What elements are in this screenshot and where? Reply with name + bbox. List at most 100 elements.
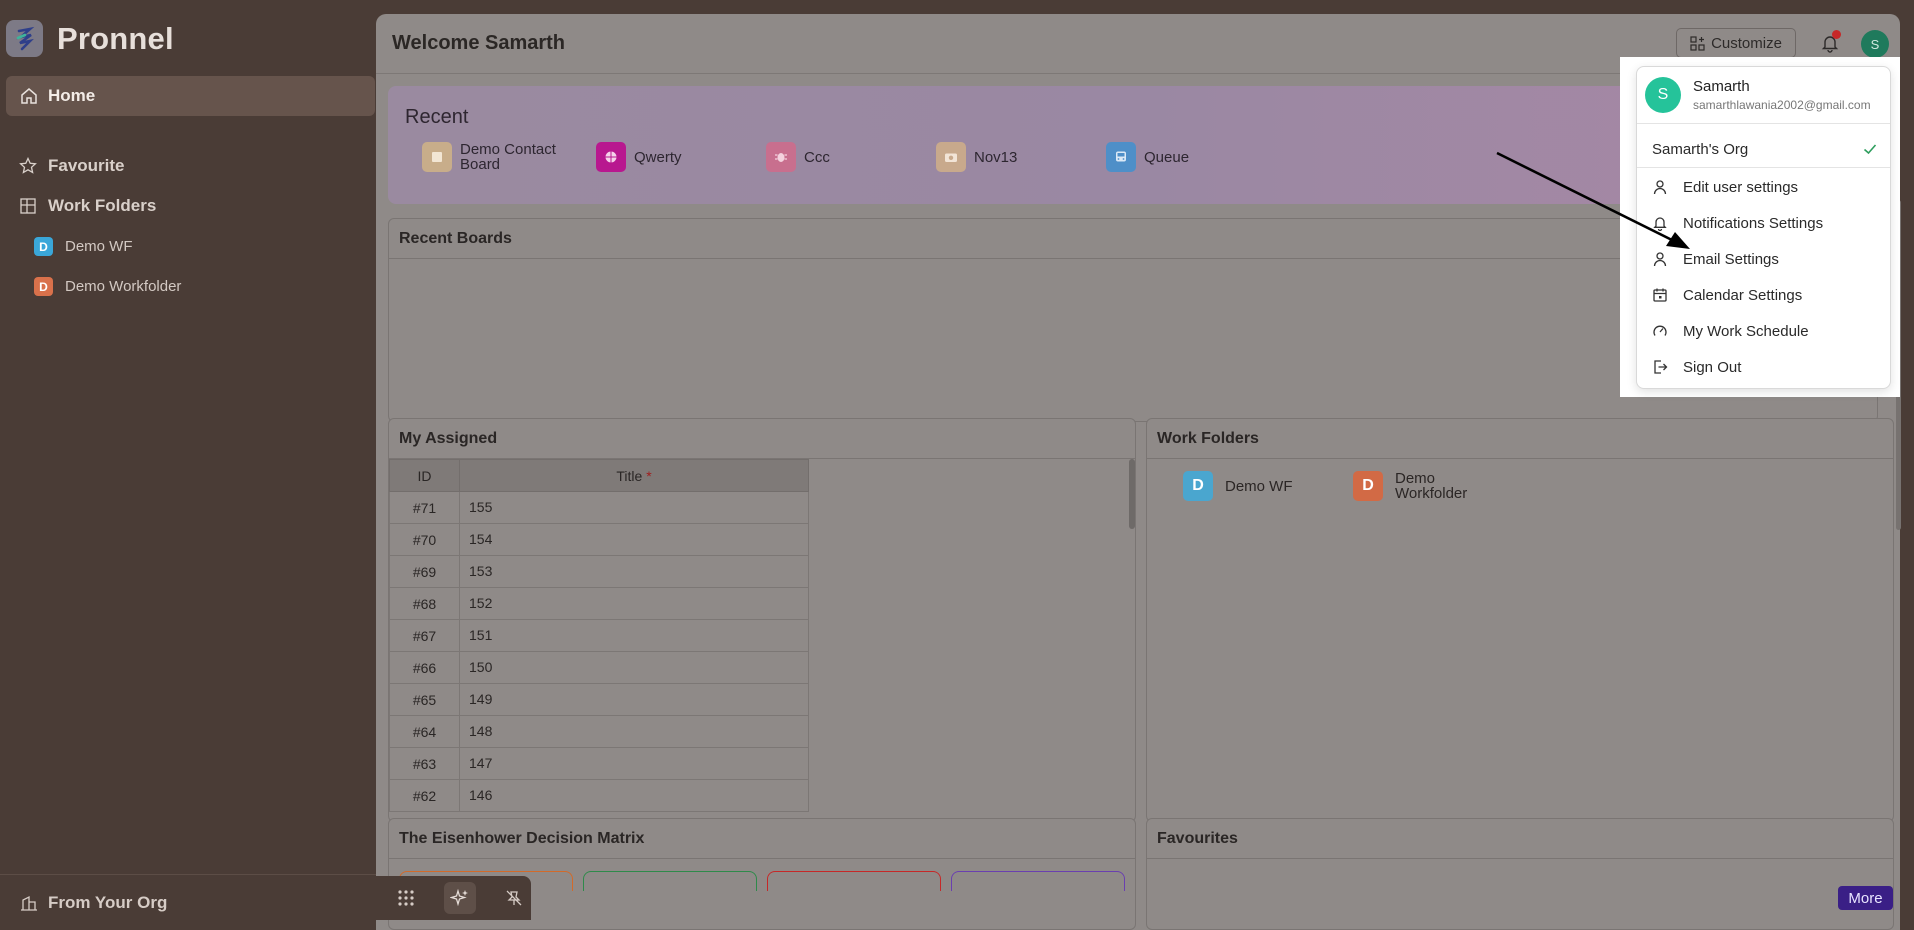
grid-dots-icon bbox=[397, 889, 415, 907]
row-title[interactable]: 152 bbox=[459, 587, 809, 620]
matrix-quadrant[interactable] bbox=[583, 871, 757, 891]
pin-off-button[interactable] bbox=[498, 882, 530, 914]
matrix-quadrant[interactable] bbox=[951, 871, 1125, 891]
menu-item-sign-out[interactable]: Sign Out bbox=[1651, 353, 1741, 381]
required-mark: * bbox=[646, 467, 652, 484]
my-assigned-panel: My Assigned ID Title * #71 155 #70 154 #69… bbox=[388, 418, 1136, 822]
menu-item-email-settings[interactable]: Email Settings bbox=[1651, 245, 1779, 273]
recent-item-nov13[interactable]: Nov13 bbox=[936, 142, 1017, 172]
row-id: #63 bbox=[389, 747, 460, 780]
table-row[interactable]: #69 153 bbox=[389, 555, 809, 588]
bell-icon bbox=[1651, 214, 1669, 232]
recent-item-queue[interactable]: Queue bbox=[1106, 142, 1189, 172]
sidebar-item-favourite[interactable]: Favourite bbox=[18, 156, 125, 176]
bug-icon bbox=[766, 142, 796, 172]
notifications-button[interactable] bbox=[1816, 29, 1844, 57]
folder-label: Demo Workfolder bbox=[1395, 470, 1468, 502]
column-header-id[interactable]: ID bbox=[389, 459, 460, 492]
user-avatar-button[interactable]: S bbox=[1861, 30, 1889, 58]
recent-item-ccc[interactable]: Ccc bbox=[766, 142, 830, 172]
menu-divider bbox=[1637, 123, 1890, 124]
row-title[interactable]: 153 bbox=[459, 555, 809, 588]
more-button[interactable]: More bbox=[1838, 886, 1893, 910]
table-row[interactable]: #68 152 bbox=[389, 587, 809, 620]
table-scrollbar[interactable] bbox=[1129, 459, 1135, 529]
recent-item-label: Nov13 bbox=[974, 148, 1018, 166]
row-id: #71 bbox=[389, 491, 460, 524]
brand[interactable]: Pronnel bbox=[6, 20, 174, 57]
row-title[interactable]: 147 bbox=[459, 747, 809, 780]
table-row[interactable]: #64 148 bbox=[389, 715, 809, 748]
work-folder-demo-wf[interactable]: D Demo WF bbox=[1183, 471, 1293, 501]
user-icon bbox=[1651, 178, 1669, 196]
recent-item-qwerty[interactable]: Qwerty bbox=[596, 142, 682, 172]
sparkle-icon bbox=[450, 888, 470, 908]
eisenhower-title: The Eisenhower Decision Matrix bbox=[389, 819, 1135, 859]
building-icon bbox=[20, 894, 38, 912]
table-row[interactable]: #71 155 bbox=[389, 491, 809, 524]
row-title[interactable]: 150 bbox=[459, 651, 809, 684]
row-title[interactable]: 151 bbox=[459, 619, 809, 652]
page-title: Welcome Samarth bbox=[392, 32, 566, 54]
recent-title: Recent bbox=[405, 106, 469, 128]
recent-item-label: Qwerty bbox=[634, 148, 682, 166]
menu-item-label: Calendar Settings bbox=[1683, 286, 1803, 304]
from-your-org-label: From Your Org bbox=[48, 892, 168, 912]
menu-item-label: Email Settings bbox=[1683, 250, 1779, 268]
menu-org-label: Samarth's Org bbox=[1652, 140, 1749, 158]
apps-button[interactable] bbox=[390, 882, 422, 914]
check-icon bbox=[1862, 141, 1878, 157]
grid-icon bbox=[18, 196, 38, 216]
row-id: #67 bbox=[389, 619, 460, 652]
sidebar-item-home[interactable]: Home bbox=[6, 76, 375, 116]
bus-icon bbox=[1106, 142, 1136, 172]
user-menu: S Samarth samarthlawania2002@gmail.com S… bbox=[1636, 66, 1891, 389]
sidebar-item-label: Work Folders bbox=[48, 196, 157, 215]
customize-label: Customize bbox=[1711, 34, 1782, 52]
column-header-title[interactable]: Title * bbox=[459, 459, 809, 492]
my-assigned-title: My Assigned bbox=[389, 419, 1135, 459]
folder-badge: D bbox=[1353, 471, 1383, 501]
table-row[interactable]: #63 147 bbox=[389, 747, 809, 780]
sidebar: Pronnel Home Favourite Work Folders D De… bbox=[0, 0, 376, 930]
row-title[interactable]: 154 bbox=[459, 523, 809, 556]
menu-item-my-work-schedule[interactable]: My Work Schedule bbox=[1651, 317, 1809, 345]
menu-divider bbox=[1637, 167, 1890, 168]
row-id: #62 bbox=[389, 779, 460, 812]
folder-badge: D bbox=[34, 237, 53, 256]
menu-item-edit-user-settings[interactable]: Edit user settings bbox=[1651, 173, 1798, 201]
menu-org-item[interactable]: Samarth's Org bbox=[1652, 135, 1878, 163]
recent-item-label: Ccc bbox=[804, 148, 830, 166]
table-row[interactable]: #66 150 bbox=[389, 651, 809, 684]
camera-icon bbox=[936, 142, 966, 172]
favourites-panel: Favourites bbox=[1146, 818, 1894, 930]
sidebar-item-work-folders[interactable]: Work Folders bbox=[18, 196, 156, 216]
menu-item-notifications-settings[interactable]: Notifications Settings bbox=[1651, 209, 1823, 237]
row-title[interactable]: 148 bbox=[459, 715, 809, 748]
table-header-row: ID Title * bbox=[389, 459, 809, 492]
customize-button[interactable]: Customize bbox=[1676, 28, 1796, 58]
row-title[interactable]: 149 bbox=[459, 683, 809, 716]
menu-item-calendar-settings[interactable]: Calendar Settings bbox=[1651, 281, 1802, 309]
row-title[interactable]: 146 bbox=[459, 779, 809, 812]
sidebar-folder-demo-workfolder[interactable]: D Demo Workfolder bbox=[34, 277, 181, 296]
row-id: #70 bbox=[389, 523, 460, 556]
sidebar-folder-demo-wf[interactable]: D Demo WF bbox=[34, 237, 133, 256]
ai-sparkle-button[interactable] bbox=[444, 882, 476, 914]
matrix-quadrant[interactable] bbox=[767, 871, 941, 891]
row-id: #69 bbox=[389, 555, 460, 588]
table-row[interactable]: #67 151 bbox=[389, 619, 809, 652]
menu-item-label: Sign Out bbox=[1683, 358, 1742, 376]
table-row[interactable]: #65 149 bbox=[389, 683, 809, 716]
table-row[interactable]: #62 146 bbox=[389, 779, 809, 812]
star-icon bbox=[18, 156, 38, 176]
row-title[interactable]: 155 bbox=[459, 491, 809, 524]
table-row[interactable]: #70 154 bbox=[389, 523, 809, 556]
home-icon bbox=[20, 87, 38, 105]
from-your-org-button[interactable]: From Your Org bbox=[0, 874, 376, 930]
recent-item-demo-contact-board[interactable]: Demo Contact Board bbox=[422, 142, 565, 172]
sidebar-item-label: Home bbox=[48, 86, 96, 105]
menu-avatar: S bbox=[1645, 77, 1681, 113]
pin-off-icon bbox=[505, 889, 523, 907]
work-folder-demo-workfolder[interactable]: D Demo Workfolder bbox=[1353, 471, 1475, 501]
